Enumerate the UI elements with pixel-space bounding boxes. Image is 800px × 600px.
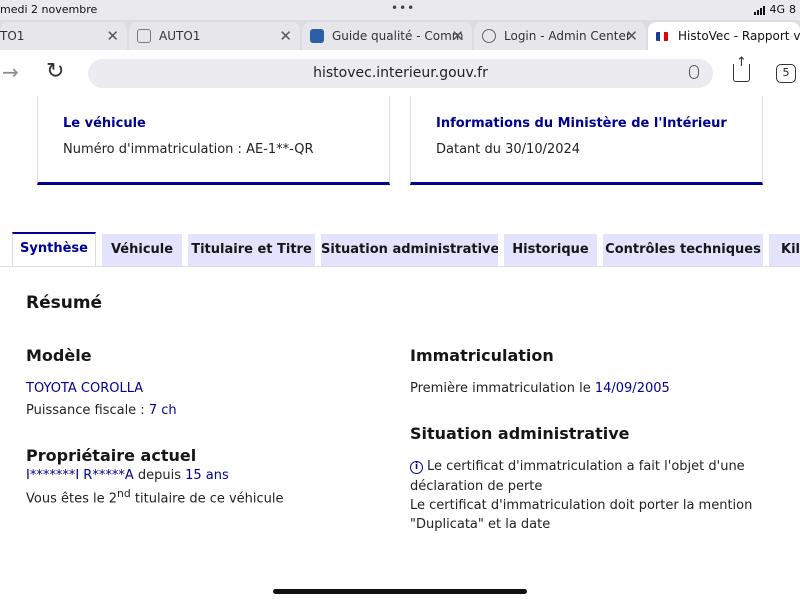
close-tab-icon[interactable]: ✕ — [106, 27, 119, 45]
fiscal-power-label: Puissance fiscale : — [26, 403, 149, 418]
registration-heading: Immatriculation — [410, 346, 554, 365]
battery-label: 8 — [789, 3, 796, 16]
french-flag-favicon-icon — [656, 32, 668, 41]
status-date: medi 2 novembre — [0, 3, 98, 16]
model-name: TOYOTA COROLLA — [26, 381, 144, 396]
forward-arrow-icon[interactable]: → — [2, 60, 19, 84]
browser-tab[interactable]: Login - Admin Center ✕ — [474, 22, 646, 50]
tab-controles-techniques[interactable]: Contrôles techniques — [603, 234, 763, 266]
tabs-divider — [0, 266, 800, 267]
browser-tab-title: AUTO1 — [159, 29, 201, 43]
tab-kilometrage[interactable]: Kilo — [769, 234, 800, 266]
report-tabs: Synthèse Véhicule Titulaire et Titre Sit… — [0, 232, 800, 266]
ministry-card-value: Datant du 30/10/2024 — [436, 142, 581, 157]
reload-icon[interactable]: ↻ — [46, 59, 64, 84]
tab-historique[interactable]: Historique — [504, 234, 597, 266]
first-registration-date: 14/09/2005 — [594, 381, 670, 396]
fiscal-power: Puissance fiscale : 7 ch — [26, 403, 177, 418]
close-tab-icon[interactable]: ✕ — [279, 27, 292, 45]
network-label: 4G — [769, 3, 785, 16]
multitask-dots-icon[interactable]: ••• — [391, 1, 415, 15]
model-heading: Modèle — [26, 346, 92, 365]
tab-vehicule[interactable]: Véhicule — [102, 234, 182, 266]
owner-since-label: depuis — [133, 468, 186, 483]
microphone-icon[interactable] — [689, 65, 699, 79]
doc-favicon-icon — [310, 29, 324, 43]
first-registration-label: Première immatriculation le — [410, 381, 595, 396]
page-content: Le véhicule Numéro d'immatriculation : A… — [0, 96, 800, 600]
tab-titulaire-titre[interactable]: Titulaire et Titre — [188, 234, 315, 266]
browser-tab[interactable]: Guide qualité - Comm ✕ — [302, 22, 472, 50]
ministry-card: Informations du Ministère de l'Intérieur… — [410, 96, 763, 185]
admin-situation-heading: Situation administrative — [410, 424, 630, 443]
status-bar: medi 2 novembre ••• 4G 8 — [0, 0, 800, 20]
owner-rank-number: 2 — [108, 491, 118, 507]
tab-situation-administrative[interactable]: Situation administrative — [321, 234, 498, 266]
browser-tab-title: Guide qualité - Comm — [332, 29, 464, 43]
globe-favicon-icon — [482, 29, 496, 43]
vehicle-card-title: Le véhicule — [63, 116, 146, 131]
tab-count-button[interactable]: 5 — [776, 64, 796, 83]
admin-line-1: i Le certificat d'immatriculation a fait … — [410, 459, 745, 474]
address-bar-area: → ↻ histovec.interieur.gouv.fr ↑ 5 — [0, 50, 800, 96]
admin-line-3: Le certificat d'immatriculation doit por… — [410, 498, 753, 513]
share-icon[interactable] — [733, 64, 750, 82]
owner-rank: Vous êtes le 2nd titulaire de ce véhicul… — [26, 487, 284, 506]
owner-rank-rest: titulaire de ce véhicule — [130, 491, 284, 507]
admin-line-4: "Duplicata" et la date — [410, 517, 551, 532]
info-icon: i — [410, 461, 423, 474]
tab-synthese[interactable]: Synthèse — [12, 232, 96, 266]
vehicle-card: Le véhicule Numéro d'immatriculation : A… — [37, 96, 390, 185]
status-indicators: 4G 8 — [754, 3, 796, 16]
fiscal-power-value: 7 ch — [148, 403, 177, 418]
owner-rank-suffix: nd — [117, 487, 131, 500]
browser-tab[interactable]: AUTO1 ✕ — [129, 22, 300, 50]
home-indicator[interactable] — [273, 589, 527, 594]
browser-tab[interactable]: TO1 ✕ — [0, 22, 127, 50]
close-tab-icon[interactable]: ✕ — [451, 27, 464, 45]
browser-tab-bar: TO1 ✕ AUTO1 ✕ Guide qualité - Comm ✕ Log… — [0, 20, 800, 50]
owner-name: I*******I R*****A — [26, 468, 134, 483]
owner-line: I*******I R*****A depuis 15 ans — [26, 468, 229, 483]
browser-tab-title: HistoVec - Rapport ve — [678, 29, 800, 43]
owner-rank-prefix: Vous êtes le — [26, 491, 109, 507]
browser-tab-active[interactable]: HistoVec - Rapport ve — [648, 22, 800, 50]
browser-tab-title: TO1 — [0, 29, 25, 43]
browser-tab-title: Login - Admin Center — [504, 29, 631, 43]
close-tab-icon[interactable]: ✕ — [625, 27, 638, 45]
summary-title: Résumé — [26, 293, 103, 313]
admin-line-2: déclaration de perte — [410, 479, 543, 494]
first-registration: Première immatriculation le 14/09/2005 — [410, 381, 670, 396]
vehicle-card-value: Numéro d'immatriculation : AE-1**-QR — [63, 142, 314, 157]
owner-since-value: 15 ans — [185, 468, 229, 483]
signal-icon — [754, 5, 766, 15]
site-favicon-icon — [137, 29, 151, 43]
url-field[interactable]: histovec.interieur.gouv.fr — [88, 59, 713, 88]
owner-heading: Propriétaire actuel — [26, 446, 197, 465]
admin-text-1: Le certificat d'immatriculation a fait l… — [427, 459, 745, 474]
ministry-card-title: Informations du Ministère de l'Intérieur — [436, 116, 727, 131]
